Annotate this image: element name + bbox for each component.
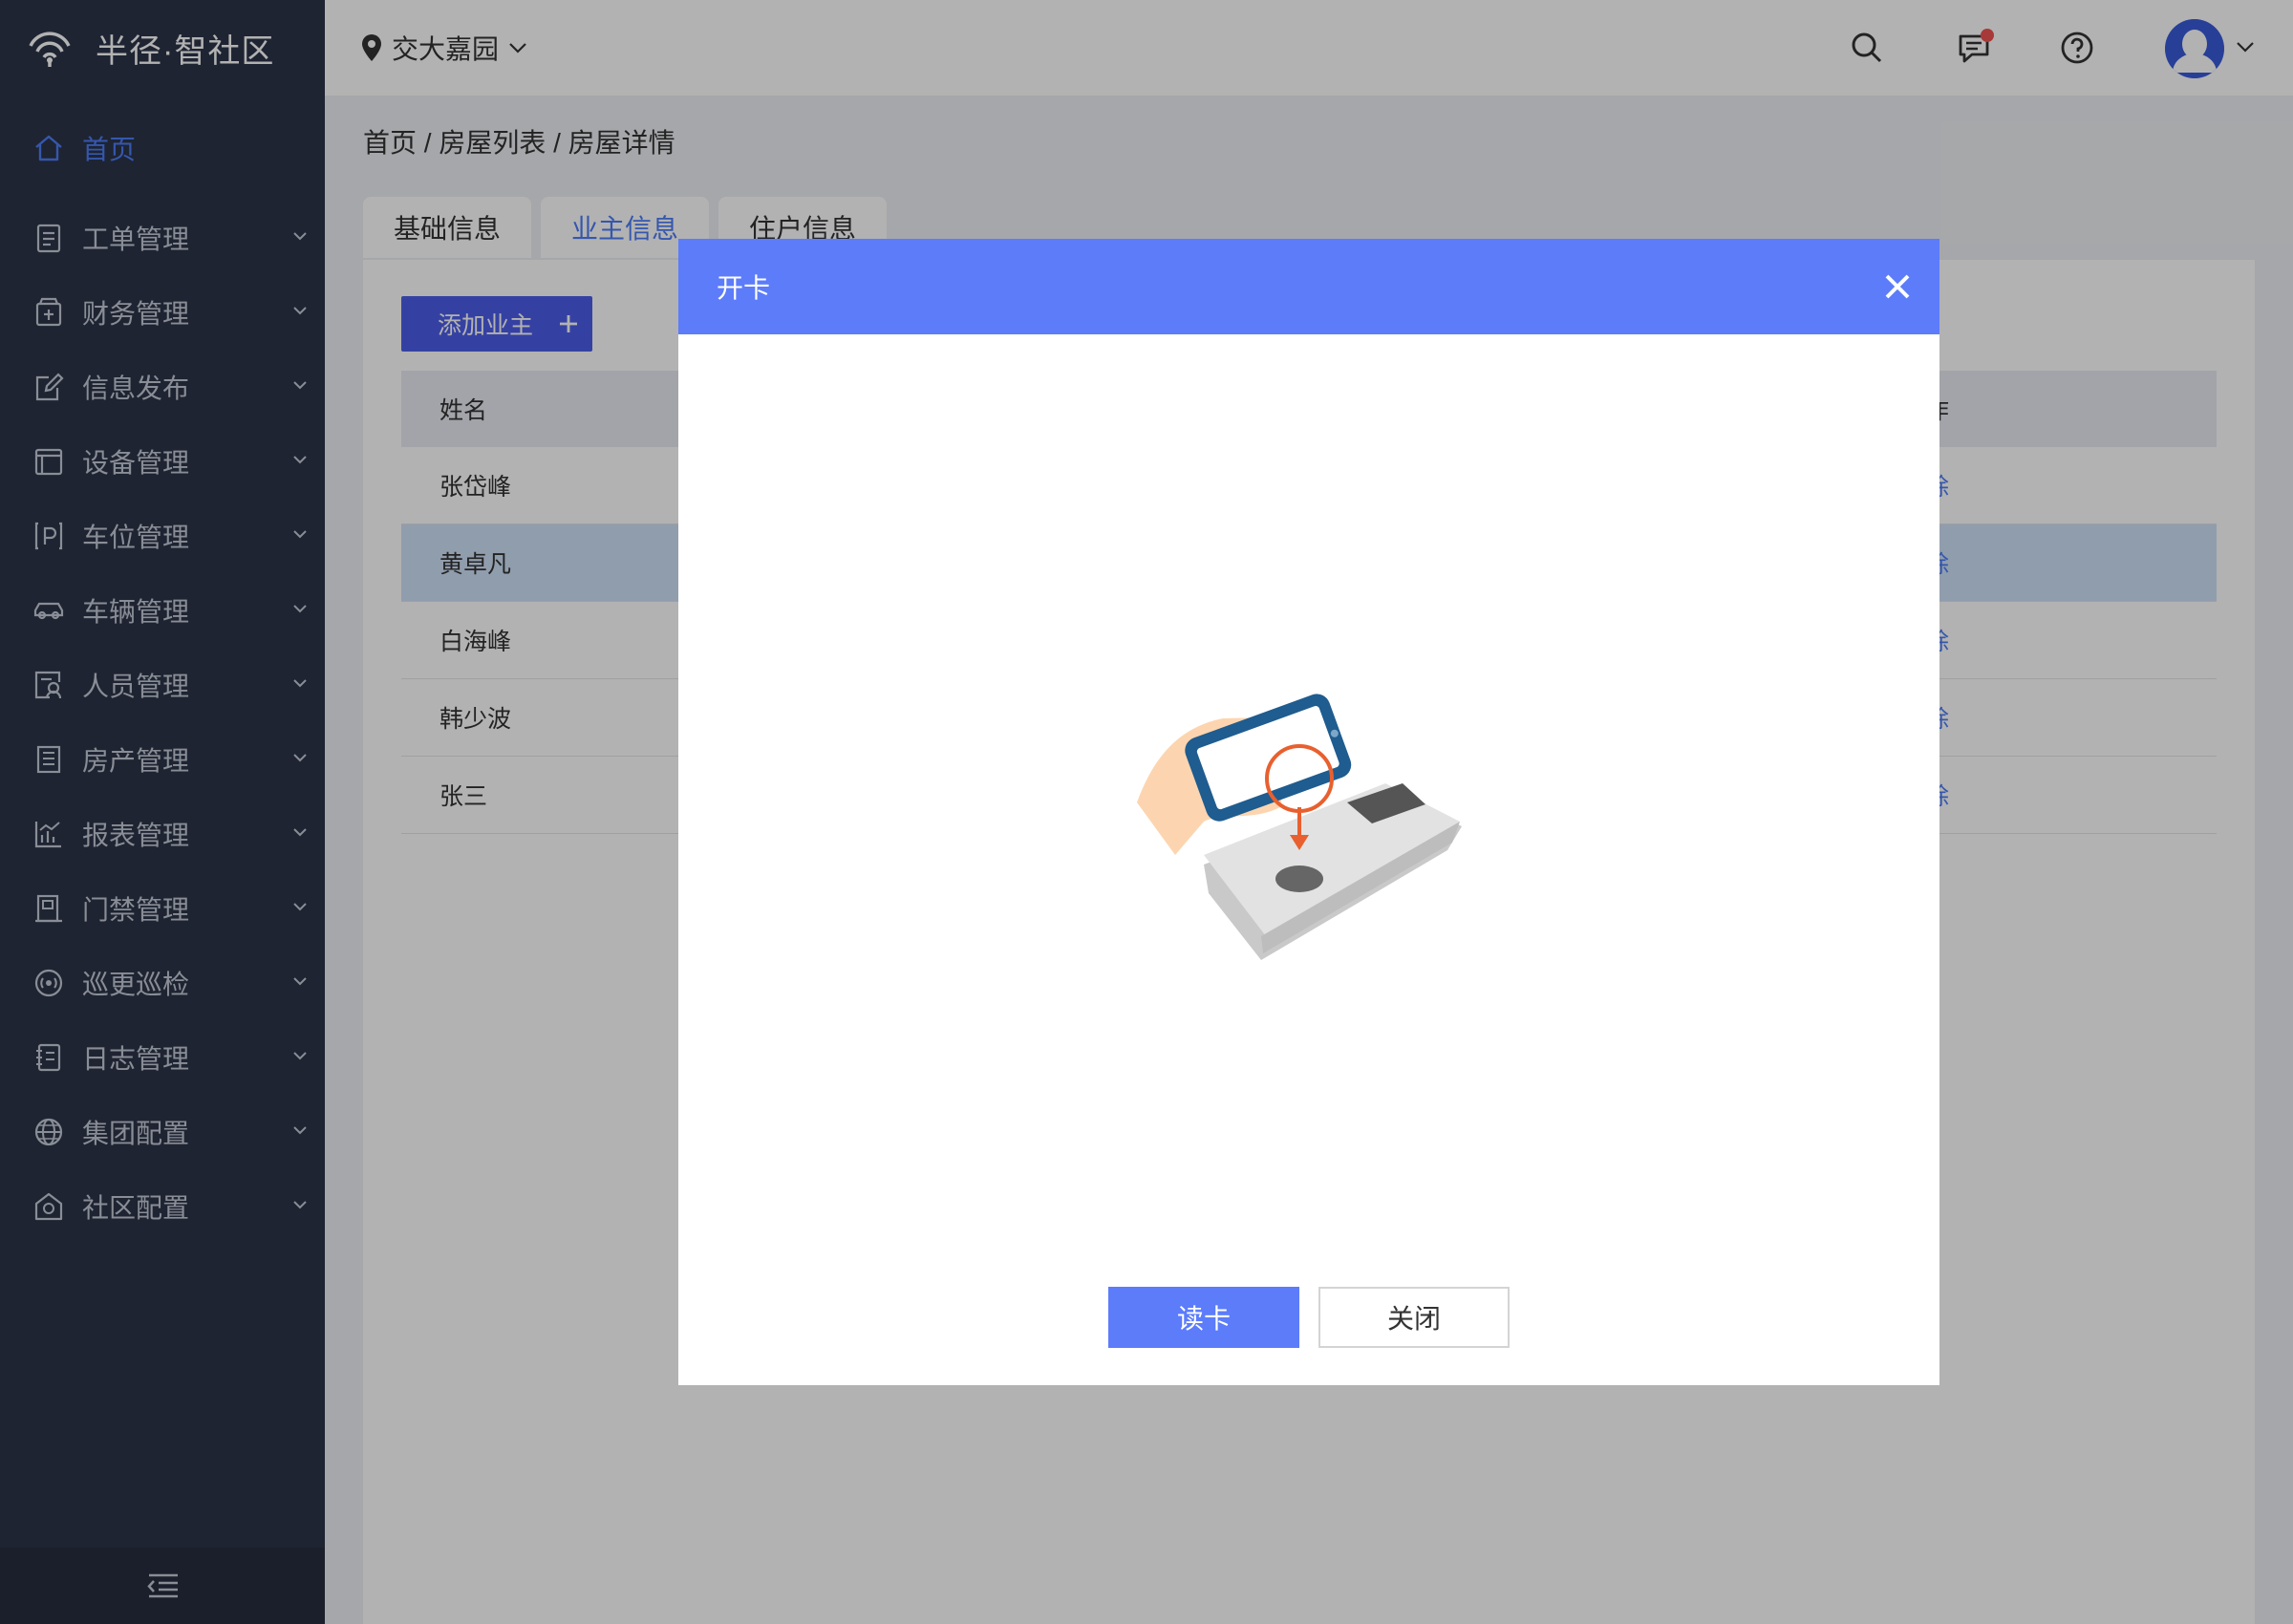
close-icon[interactable]: [1882, 271, 1913, 302]
dialog-title: 开卡: [717, 273, 771, 303]
close-dialog-button[interactable]: 关闭: [1318, 1287, 1510, 1348]
nfc-card-reader-illustration: [1137, 694, 1462, 960]
open-card-dialog: 开卡 读卡 关闭: [678, 239, 1939, 1385]
dialog-header: 开卡: [678, 239, 1939, 334]
read-card-button[interactable]: 读卡: [1108, 1287, 1299, 1348]
